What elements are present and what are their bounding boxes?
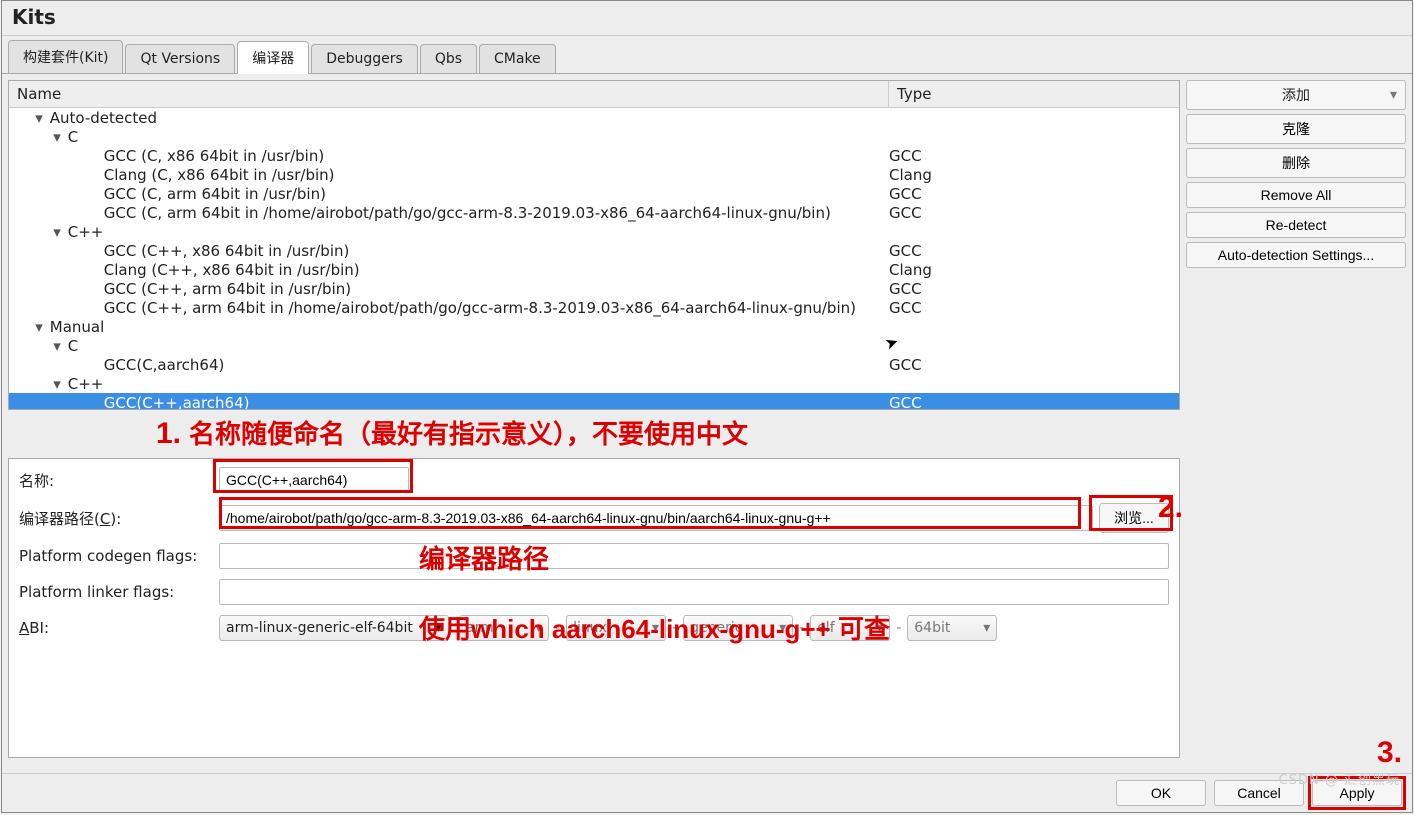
tree-row-type: GCC [889,394,1179,410]
tree-row[interactable]: GCC (C, x86 64bit in /usr/bin) GCC [9,146,1179,165]
tabs: 构建套件(Kit) Qt Versions 编译器 Debuggers Qbs … [2,36,1412,73]
tree-row-type: GCC [889,204,1179,222]
tree-row[interactable]: GCC(C++,aarch64) GCC [9,393,1179,409]
tree-row[interactable]: GCC (C, arm 64bit in /home/airobot/path/… [9,203,1179,222]
tree-row[interactable]: ▾ Auto-detected [9,108,1179,127]
th-name[interactable]: Name [9,81,889,107]
tree-row[interactable]: Clang (C, x86 64bit in /usr/bin) Clang [9,165,1179,184]
combo-abi-width[interactable]: 64bit▾ [907,615,997,641]
tree-row[interactable]: ▾ C++ [9,222,1179,241]
add-button[interactable]: 添加 ▾ [1186,80,1406,110]
label-name: 名称: [19,470,219,491]
tree-row[interactable]: GCC (C++, arm 64bit in /usr/bin) GCC [9,279,1179,298]
label-linker: Platform linker flags: [19,583,219,601]
tree-row-label: GCC (C, arm 64bit in /home/airobot/path/… [99,204,831,222]
chevron-down-icon: ▾ [1390,87,1397,103]
th-type[interactable]: Type [889,81,1179,107]
tree-row-label: C++ [63,375,103,393]
tree-row-type: GCC [889,299,1179,317]
ok-button[interactable]: OK [1116,780,1206,806]
tab-qbs[interactable]: Qbs [420,44,477,73]
tree-row-label: C [63,128,78,146]
combo-abi-os[interactable]: linux▾ [566,615,666,641]
tree-row[interactable]: GCC (C++, x86 64bit in /usr/bin) GCC [9,241,1179,260]
tree-row-label: Clang (C++, x86 64bit in /usr/bin) [99,261,360,279]
tab-debuggers[interactable]: Debuggers [311,44,418,73]
tree-row[interactable]: GCC (C++, arm 64bit in /home/airobot/pat… [9,298,1179,317]
tree-row[interactable]: GCC (C, arm 64bit in /usr/bin) GCC [9,184,1179,203]
tab-kit[interactable]: 构建套件(Kit) [8,40,123,73]
tree-row-type: GCC [889,280,1179,298]
tree-row-type: GCC [889,147,1179,165]
input-linker[interactable] [219,579,1169,605]
twisty-icon[interactable]: ▾ [51,337,63,355]
remove-all-button[interactable]: Remove All [1186,182,1406,208]
tree-row-label: Manual [45,318,104,336]
tab-qtversions[interactable]: Qt Versions [125,44,235,73]
combo-abi-arch[interactable]: arm▾ [459,615,549,641]
tree-row[interactable]: GCC(C,aarch64) GCC [9,355,1179,374]
label-codegen: Platform codegen flags: [19,547,219,565]
combo-abi[interactable]: arm-linux-generic-elf-64bit▾ [219,615,449,641]
cancel-button[interactable]: Cancel [1214,780,1304,806]
twisty-icon[interactable]: ▾ [33,318,45,336]
chevron-down-icon: ▾ [435,620,442,636]
apply-button[interactable]: Apply [1312,780,1402,806]
auto-detect-settings-button[interactable]: Auto-detection Settings... [1186,242,1406,268]
annotation-1: 1.名称随便命名（最好有指示意义），不要使用中文 [156,414,748,451]
twisty-icon[interactable]: ▾ [51,375,63,393]
tree-row-label: GCC(C,aarch64) [99,356,224,374]
tree-row[interactable]: Clang (C++, x86 64bit in /usr/bin) Clang [9,260,1179,279]
input-codegen[interactable] [219,543,1169,569]
tree-row[interactable]: ▾ C [9,127,1179,146]
tree-row-label: GCC (C++, x86 64bit in /usr/bin) [99,242,349,260]
tree-row[interactable]: ▾ Manual [9,317,1179,336]
redetect-button[interactable]: Re-detect [1186,212,1406,238]
twisty-icon[interactable]: ▾ [51,223,63,241]
twisty-icon[interactable]: ▾ [51,128,63,146]
delete-button[interactable]: 删除 [1186,148,1406,178]
input-path[interactable] [219,505,1093,531]
tab-cmake[interactable]: CMake [479,44,556,73]
input-name[interactable] [219,467,409,493]
tree-row-label: GCC (C++, arm 64bit in /home/airobot/pat… [99,299,856,317]
tree-row-type: GCC [889,185,1179,203]
tree-row[interactable]: ▾ C++ [9,374,1179,393]
window-title: Kits [2,1,1412,36]
combo-abi-format[interactable]: elf▾ [810,615,890,641]
tree-row-label: C [63,337,78,355]
label-path: 编译器路径(C): [19,508,219,529]
tree-row-label: GCC (C, arm 64bit in /usr/bin) [99,185,326,203]
tree-row-type: GCC [889,356,1179,374]
tree-row-type: GCC [889,242,1179,260]
compiler-tree[interactable]: Name Type ➤ ▾ Auto-detected▾ C GCC (C, x… [8,80,1180,410]
clone-button[interactable]: 克隆 [1186,114,1406,144]
tree-row-type: Clang [889,261,1179,279]
tree-row-label: GCC (C++, arm 64bit in /usr/bin) [99,280,351,298]
combo-abi-flavor[interactable]: generic▾ [683,615,793,641]
twisty-icon[interactable]: ▾ [33,109,45,127]
tree-row-label: Auto-detected [45,109,157,127]
tree-row[interactable]: ▾ C [9,336,1179,355]
tree-row-label: GCC(C++,aarch64) [99,394,249,410]
tree-row-label: C++ [63,223,103,241]
tree-row-label: Clang (C, x86 64bit in /usr/bin) [99,166,335,184]
tree-row-label: GCC (C, x86 64bit in /usr/bin) [99,147,324,165]
tab-compilers[interactable]: 编译器 [237,41,309,74]
compiler-detail-panel: 名称: 编译器路径(C): 浏览... Platfo [8,458,1180,758]
tree-row-type: Clang [889,166,1179,184]
label-abi: ABI: [19,619,219,637]
browse-button[interactable]: 浏览... [1099,503,1169,533]
